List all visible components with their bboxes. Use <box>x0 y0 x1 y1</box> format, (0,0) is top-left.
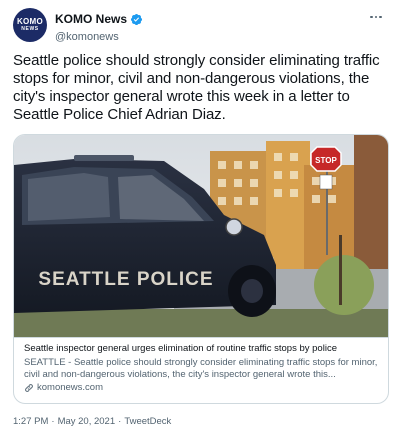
tweet-metadata: 1:27 PM · May 20, 2021 · TweetDeck <box>13 416 171 427</box>
link-preview-card[interactable]: STOP SEATTLE POLICE Seattle inspector ge… <box>13 134 389 404</box>
card-image[interactable]: STOP SEATTLE POLICE <box>14 135 388 337</box>
avatar-logo-subtext: NEWS <box>21 26 39 32</box>
card-body[interactable]: Seattle inspector general urges eliminat… <box>14 337 388 403</box>
tweet[interactable]: KOMO NEWS KOMO News @komonews Seattle po… <box>0 0 400 436</box>
card-domain-row[interactable]: komonews.com <box>24 382 378 394</box>
tweet-header: KOMO NEWS KOMO News @komonews <box>13 8 387 43</box>
tweet-date[interactable]: May 20, 2021 <box>58 416 116 427</box>
verified-badge-icon <box>130 13 143 25</box>
account-name-row[interactable]: KOMO News <box>55 12 143 26</box>
card-domain[interactable]: komonews.com <box>37 382 103 394</box>
more-options-icon[interactable] <box>367 10 385 24</box>
display-name[interactable]: KOMO News <box>55 12 127 26</box>
card-description: SEATTLE - Seattle police should strongly… <box>24 357 378 380</box>
meta-separator: · <box>51 416 55 427</box>
account-names: KOMO News @komonews <box>55 10 143 43</box>
meta-separator: · <box>118 416 122 427</box>
link-icon <box>25 384 33 392</box>
account-handle[interactable]: @komonews <box>55 31 143 43</box>
tweet-source[interactable]: TweetDeck <box>124 416 171 427</box>
avatar[interactable]: KOMO NEWS <box>13 8 47 42</box>
stop-sign-text: STOP <box>315 156 337 165</box>
tweet-time[interactable]: 1:27 PM <box>13 416 48 427</box>
car-door-text: SEATTLE POLICE <box>38 269 213 290</box>
avatar-logo-text: KOMO <box>16 17 44 26</box>
card-title[interactable]: Seattle inspector general urges eliminat… <box>24 343 378 355</box>
tweet-text: Seattle police should strongly consider … <box>13 52 380 123</box>
